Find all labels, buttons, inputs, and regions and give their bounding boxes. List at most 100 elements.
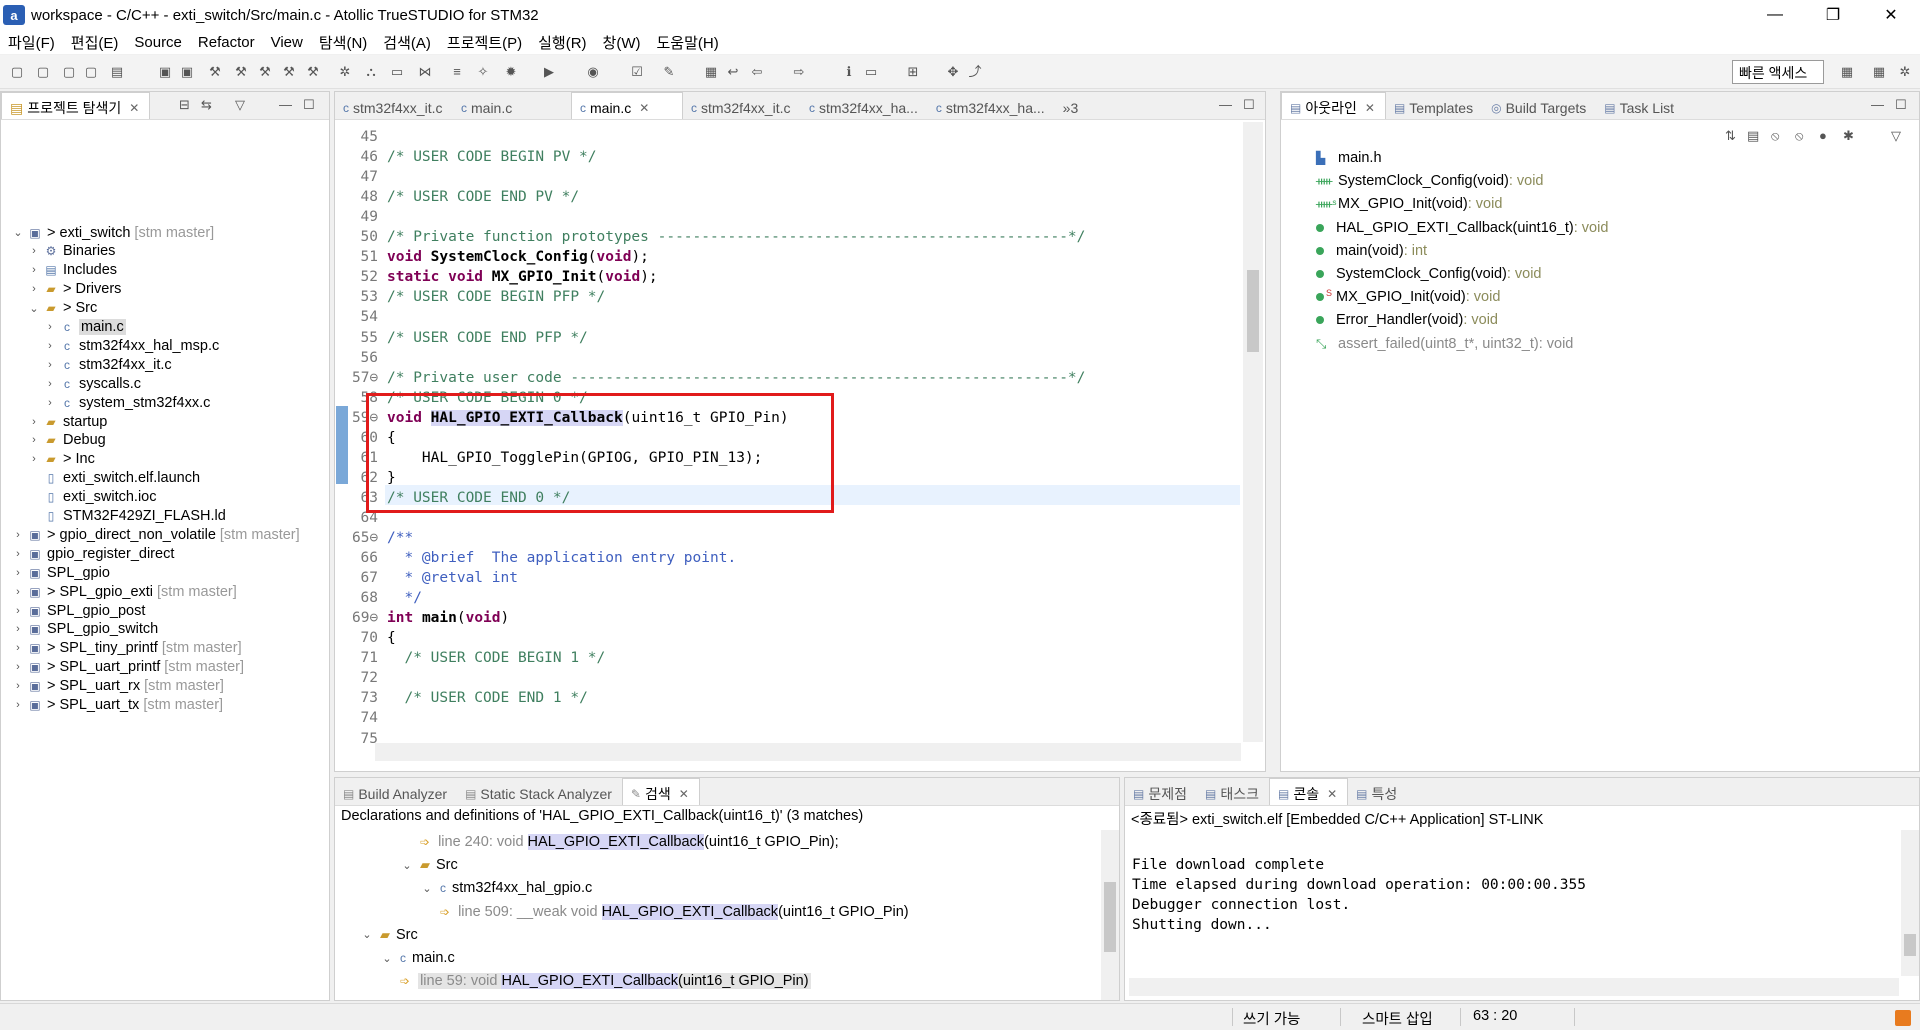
menu-search[interactable]: 검색(A): [375, 32, 439, 53]
tab-task-list[interactable]: ▤ Task List: [1596, 92, 1684, 119]
tab-templates[interactable]: ▤ Templates: [1386, 92, 1483, 119]
menu-project[interactable]: 프로젝트(P): [439, 32, 530, 53]
share-icon[interactable]: ⤴: [966, 63, 984, 81]
chevron-right-icon[interactable]: ›: [11, 586, 25, 598]
chevron-down-icon[interactable]: ⌄: [380, 952, 394, 965]
code-line[interactable]: static void MX_GPIO_Init(void);: [387, 267, 658, 287]
build-icon[interactable]: ⚒: [206, 63, 224, 81]
debug-perspective-icon[interactable]: ✲: [1896, 63, 1914, 81]
code-line[interactable]: int main(void): [387, 608, 509, 628]
new-icon[interactable]: ▢: [8, 63, 26, 81]
tab-build-targets[interactable]: ◎ Build Targets: [1483, 92, 1596, 119]
code-line[interactable]: /**: [387, 528, 413, 548]
chevron-right-icon[interactable]: ›: [43, 340, 57, 352]
code-line[interactable]: /* Private function prototypes ---------…: [387, 227, 1085, 247]
build-all-icon[interactable]: ⚒: [232, 63, 250, 81]
search-result-item[interactable]: ➩ line 240: void HAL_GPIO_EXTI_Callback(u…: [420, 831, 839, 853]
tab-static-stack-analyzer[interactable]: ▤ Static Stack Analyzer: [457, 778, 622, 805]
minimize-view-icon[interactable]: —: [279, 97, 292, 112]
notification-icon[interactable]: [1895, 1010, 1911, 1026]
scroll-thumb[interactable]: [1104, 882, 1116, 952]
more-tabs-button[interactable]: »3: [1055, 92, 1089, 119]
cpp-perspective-icon[interactable]: ▦: [1870, 63, 1888, 81]
code-line[interactable]: /* USER CODE END PFP */: [387, 328, 588, 348]
hide-members-icon[interactable]: ●: [1819, 128, 1827, 143]
run-icon[interactable]: ▶: [540, 63, 558, 81]
open-type-icon[interactable]: ☑: [628, 63, 646, 81]
chevron-right-icon[interactable]: ›: [27, 434, 41, 446]
chevron-down-icon[interactable]: ⌄: [420, 882, 434, 895]
editor-tab[interactable]: c stm32f4xx_it.c: [335, 92, 453, 119]
chevron-right-icon[interactable]: ›: [27, 245, 41, 257]
next-annotation-icon[interactable]: ✎: [660, 63, 678, 81]
collapse-all-icon[interactable]: ⊟: [179, 97, 190, 113]
search-result-item[interactable]: ⌄ c stm32f4xx_hal_gpio.c: [420, 877, 592, 899]
chevron-right-icon[interactable]: ›: [11, 623, 25, 635]
tab-search[interactable]: ✎ 검색 ✕: [621, 778, 700, 805]
perspective-icon[interactable]: ▦: [1838, 63, 1856, 81]
editor-tab[interactable]: c main.c: [453, 92, 571, 119]
save-all-icon[interactable]: ▣: [178, 63, 196, 81]
code-line[interactable]: void SystemClock_Config(void);: [387, 247, 649, 267]
stack-icon[interactable]: ⛬: [362, 63, 380, 81]
search-result-item[interactable]: ⌄ c main.c: [380, 947, 454, 969]
view-menu-icon[interactable]: ▽: [1891, 128, 1901, 144]
tab-build-analyzer[interactable]: ▤ Build Analyzer: [335, 778, 457, 805]
grid-icon[interactable]: ⊞: [904, 63, 922, 81]
tab-problems[interactable]: ▤ 문제점: [1125, 778, 1197, 805]
search-result-item[interactable]: ➩ line 59: void HAL_GPIO_EXTI_Callback(ui…: [400, 970, 811, 992]
external-tools-icon[interactable]: ◉: [584, 63, 602, 81]
chevron-right-icon[interactable]: ›: [11, 642, 25, 654]
close-button[interactable]: ✕: [1862, 0, 1920, 30]
close-icon[interactable]: ✕: [129, 101, 139, 115]
code-line[interactable]: /* USER CODE BEGIN PV */: [387, 147, 597, 167]
new-source-icon[interactable]: ▢: [34, 63, 52, 81]
tab-project-explorer[interactable]: ▤ 프로젝트 탐색기 ✕: [1, 92, 151, 119]
outline-item[interactable]: HAL_GPIO_EXTI_Callback(uint16_t) : void: [1316, 217, 1608, 239]
scroll-thumb[interactable]: [1904, 934, 1916, 956]
tree-item[interactable]: › ▣ > SPL_uart_tx [stm master]: [11, 694, 223, 717]
code-line[interactable]: /* USER CODE BEGIN PFP */: [387, 287, 605, 307]
chevron-right-icon[interactable]: ›: [27, 416, 41, 428]
menu-file[interactable]: 파일(F): [0, 32, 63, 53]
window-icon[interactable]: ▭: [862, 63, 880, 81]
hide-fields-icon[interactable]: ▤: [1747, 128, 1759, 144]
new-class-icon[interactable]: ▢: [82, 63, 100, 81]
code-line[interactable]: /* USER CODE END 1 */: [387, 688, 587, 708]
view-menu-icon[interactable]: ▽: [235, 97, 245, 113]
console-vertical-scrollbar[interactable]: [1901, 830, 1919, 976]
search-result-item[interactable]: ➩ line 509: __weak void HAL_GPIO_EXTI_Cal…: [440, 901, 909, 923]
close-icon[interactable]: ✕: [679, 787, 689, 801]
chevron-right-icon[interactable]: ›: [11, 605, 25, 617]
chevron-down-icon[interactable]: ⌄: [27, 302, 41, 315]
sort-icon[interactable]: ⇅: [1725, 128, 1736, 144]
minimize-button[interactable]: —: [1746, 0, 1804, 30]
search-result-item[interactable]: ⌄ ▰ Src: [400, 854, 457, 876]
chevron-down-icon[interactable]: ⌄: [360, 928, 374, 941]
editor-tab[interactable]: c stm32f4xx_it.c: [683, 92, 801, 119]
hide-static-icon[interactable]: ⦸: [1771, 128, 1779, 144]
code-line[interactable]: {: [387, 628, 396, 648]
close-icon[interactable]: ✕: [1327, 787, 1337, 801]
hide-nonpublic-icon[interactable]: ⦸: [1795, 128, 1803, 144]
pin-icon[interactable]: ✧: [474, 63, 492, 81]
back-icon[interactable]: ↩: [724, 63, 742, 81]
maximize-view-icon[interactable]: ☐: [1243, 97, 1255, 113]
outline-item[interactable]: ▙ main.h: [1316, 147, 1382, 169]
chevron-right-icon[interactable]: ›: [11, 548, 25, 560]
editor-tab[interactable]: c main.c ✕: [571, 92, 683, 119]
console-horizontal-scrollbar[interactable]: [1129, 978, 1899, 996]
code-line[interactable]: /* USER CODE BEGIN 1 */: [387, 648, 605, 668]
chevron-right-icon[interactable]: ›: [11, 661, 25, 673]
fullscreen-icon[interactable]: ✥: [944, 63, 962, 81]
build-config-icon[interactable]: ⚒: [304, 63, 322, 81]
rebuild-icon[interactable]: ⚒: [256, 63, 274, 81]
close-icon[interactable]: ✕: [639, 101, 649, 115]
open-icon[interactable]: ▤: [108, 63, 126, 81]
minimize-view-icon[interactable]: —: [1871, 97, 1884, 112]
code-line[interactable]: * @brief The application entry point.: [387, 548, 736, 568]
search-vertical-scrollbar[interactable]: [1101, 830, 1119, 1000]
disconnect-icon[interactable]: ⋈: [416, 63, 434, 81]
link-editor-icon[interactable]: ⇆: [201, 97, 212, 113]
tab-properties[interactable]: ▤ 특성: [1348, 778, 1407, 805]
